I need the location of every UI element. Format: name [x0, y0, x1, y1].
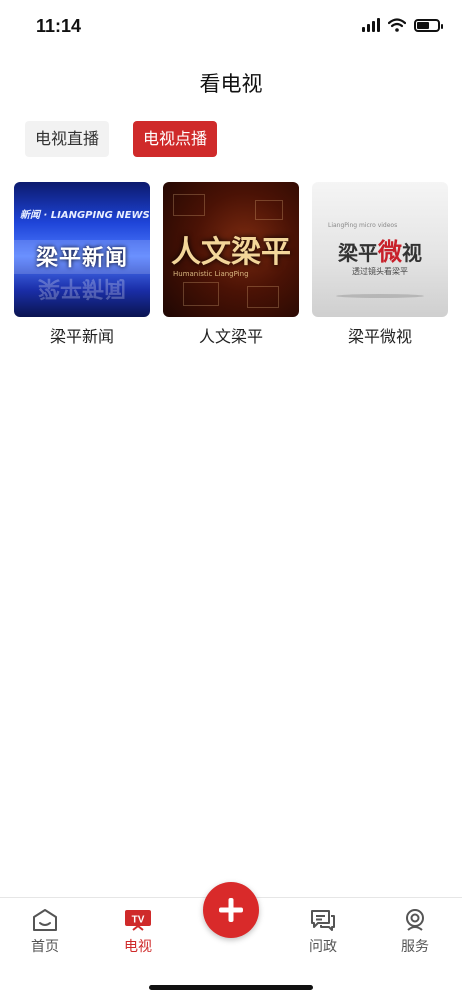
home-indicator[interactable] [149, 985, 313, 990]
program-title[interactable]: 人文梁平 [163, 323, 299, 347]
plus-icon [219, 898, 243, 922]
thumbnail-title: 梁平微视 [338, 237, 422, 266]
cellular-signal-icon [362, 18, 380, 32]
add-button[interactable] [203, 882, 259, 938]
tabbar-item-inquiry[interactable]: 问政 [288, 908, 358, 956]
program-card-culture[interactable]: 人文梁平 Humanistic LiangPing 人文梁平 [163, 182, 299, 347]
battery-icon [414, 18, 443, 32]
thumbnail-title: 人文梁平 [171, 235, 291, 270]
wifi-icon [388, 18, 406, 32]
program-thumbnail[interactable]: 人文梁平 Humanistic LiangPing [163, 182, 299, 317]
home-icon [33, 909, 57, 931]
tabbar-item-tv[interactable]: TV 电视 [103, 908, 173, 956]
service-agent-icon [406, 909, 424, 931]
program-title[interactable]: 梁平微视 [312, 323, 448, 347]
thumbnail-subtext: 透过镜头看梁平 [352, 267, 408, 276]
thumbnail-subtext: 新闻 · LIANGPING NEWS [20, 210, 150, 221]
chat-bubble-icon [311, 910, 335, 931]
tabbar-item-services[interactable]: 服务 [380, 908, 450, 956]
tabbar-label: 电视 [124, 939, 152, 955]
tabbar-label: 首页 [31, 939, 59, 955]
program-title[interactable]: 梁平新闻 [14, 323, 150, 347]
tab-live-tv[interactable]: 电视直播 [25, 121, 110, 157]
thumbnail-reflection: 梁平新闻 [37, 275, 126, 300]
program-card-news[interactable]: 新闻 · LIANGPING NEWS 梁平新闻 梁平新闻 梁平新闻 [14, 182, 150, 347]
status-icons [362, 18, 443, 32]
svg-text:TV: TV [132, 915, 145, 926]
battery-level [417, 21, 429, 29]
tv-icon: TV [125, 910, 151, 931]
status-time: 11:14 [36, 16, 82, 36]
program-grid: 新闻 · LIANGPING NEWS 梁平新闻 梁平新闻 梁平新闻 人文梁平 … [14, 182, 448, 347]
thumbnail-microtext: LiangPing micro videos [328, 222, 398, 229]
tabbar-label: 问政 [309, 939, 337, 955]
channel-tabs: 电视直播 电视点播 [25, 121, 218, 157]
page-title: 看电视 [199, 72, 263, 96]
status-bar: 11:14 [0, 0, 462, 56]
tabbar-item-home[interactable]: 首页 [10, 908, 80, 956]
tabbar-label: 服务 [401, 939, 429, 955]
program-card-micro-video[interactable]: LiangPing micro videos 梁平微视 透过镜头看梁平 梁平微视 [312, 182, 448, 347]
program-thumbnail[interactable]: 新闻 · LIANGPING NEWS 梁平新闻 梁平新闻 [14, 182, 150, 317]
thumbnail-title: 梁平新闻 [35, 246, 128, 271]
program-thumbnail[interactable]: LiangPing micro videos 梁平微视 透过镜头看梁平 [312, 182, 448, 317]
tab-on-demand[interactable]: 电视点播 [133, 121, 218, 157]
thumbnail-subtext: Humanistic LiangPing [173, 270, 249, 278]
